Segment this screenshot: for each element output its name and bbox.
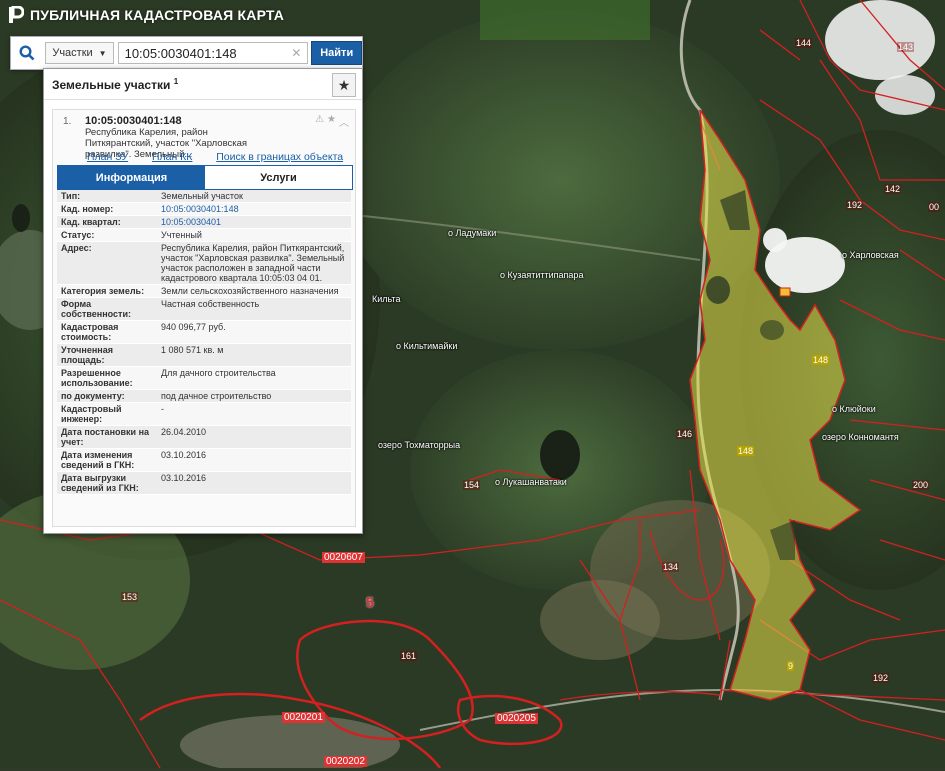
parcel-card: 1. 10:05:0030401:148 Республика Карелия,… [52,109,356,527]
search-input[interactable]: 10:05:0030401:148 ✕ [117,42,309,64]
map-place-label: Кильта [372,294,401,304]
favorite-button[interactable]: ★ [332,73,356,97]
results-header: Земельные участки 1 ★ [44,69,362,100]
chevron-down-icon: ▼ [98,48,107,58]
search-input-value: 10:05:0030401:148 [124,45,237,61]
parcel-label[interactable]: 134 [662,562,680,572]
table-row: Адрес: Республика Карелия, район Питкяран… [57,242,351,285]
parcel-label[interactable]: 153 [121,592,139,602]
map-place-label: о Харловская [842,250,899,260]
map-road-label: о Ладумаки [448,228,497,238]
cadastral-quarter-link[interactable]: 10:05:0030401 [157,216,351,228]
results-title: Земельные участки 1 [52,76,179,92]
star-icon: ★ [337,76,351,93]
card-tabs: Информация Услуги [57,165,353,190]
parcel-cadastral-number[interactable]: 10:05:0030401:148 [85,115,182,127]
table-row: Разрешенное использование: Для дачного ст… [57,367,351,390]
search-type-label: Участки [52,47,93,59]
parcel-label[interactable]: 00 [928,202,941,212]
map-place-label: озеро Тохматоррыа [378,440,461,450]
table-row: по документу: под дачное строительство [57,390,351,403]
table-row: Дата выгрузки сведений из ГКН: 03.10.2016 [57,472,351,495]
table-row: Дата изменения сведений в ГКН: 03.10.2016 [57,449,351,472]
quarter-label[interactable]: 0020201 [282,712,325,723]
parcel-label[interactable]: 161 [400,651,418,661]
search-type-select[interactable]: Участки ▼ [45,42,114,64]
results-count: 1 [173,76,179,86]
card-actions: ⚠ ★ ︿ [315,114,349,129]
parcel-label-selected[interactable]: 9 [787,661,795,671]
table-row: Кадастровый инженер: - [57,403,351,426]
quarter-label[interactable]: 0020202 [324,756,367,767]
collapse-icon[interactable]: ︿ [339,114,349,129]
parcel-label[interactable]: 200 [912,480,930,490]
parcel-label-selected[interactable]: 148 [812,355,830,365]
district-label[interactable]: 5 [364,594,376,610]
map-place-label: о Клюйоки [832,404,876,414]
parcel-label[interactable]: 144 [795,38,813,48]
table-row: Кад. номер: 10:05:0030401:148 [57,203,351,216]
results-panel: Земельные участки 1 ★ 1. 10:05:0030401:1… [43,68,363,534]
table-row: Статус: Учтенный [57,229,351,242]
table-row: Форма собственности: Частная собственност… [57,298,351,321]
table-row: Дата постановки на учет: 26.04.2010 [57,426,351,449]
parcel-label-selected[interactable]: 148 [737,446,755,456]
tab-services[interactable]: Услуги [205,166,352,189]
parcel-label[interactable]: 142 [884,184,902,194]
search-icon[interactable] [11,37,43,69]
table-row: Кад. квартал: 10:05:0030401 [57,216,351,229]
map-place-label: о Кузаятиттипапара [500,270,584,280]
parcel-label[interactable]: 146 [676,429,694,439]
table-row: Категория земель: Земли сельскохозяйствен… [57,285,351,298]
table-row: Тип: Земельный участок [57,190,351,203]
search-bar: Участки ▼ 10:05:0030401:148 ✕ Найти [10,36,363,70]
star-icon[interactable]: ★ [327,114,336,129]
map-place-label: о Лукашанватаки [495,477,567,487]
parcel-label[interactable]: 192 [846,200,864,210]
cadastral-number-link[interactable]: 10:05:0030401:148 [157,203,351,215]
search-button[interactable]: Найти [311,41,362,65]
rosreestr-logo-icon[interactable] [8,6,24,24]
map-place-label: о Кильтимайки [396,341,458,351]
quarter-label[interactable]: 0020607 [322,552,365,563]
parcel-label[interactable]: 143 [897,42,915,52]
table-row: Уточненная площадь: 1 080 571 кв. м [57,344,351,367]
parcel-label[interactable]: 154 [463,480,481,490]
map-place-label: озеро Конномантя [822,432,899,442]
result-index: 1. [63,116,72,127]
app-title: ПУБЛИЧНАЯ КАДАСТРОВАЯ КАРТА [30,7,285,23]
info-table: Тип: Земельный участок Кад. номер: 10:05:0… [57,190,351,495]
warning-icon[interactable]: ⚠ [315,114,324,129]
clear-icon[interactable]: ✕ [291,46,301,60]
app-header: ПУБЛИЧНАЯ КАДАСТРОВАЯ КАРТА [8,6,284,24]
parcel-label[interactable]: 192 [872,673,890,683]
quarter-label[interactable]: 0020205 [495,713,538,724]
table-row: Кадастровая стоимость: 940 096,77 руб. [57,321,351,344]
tab-info[interactable]: Информация [58,166,205,189]
